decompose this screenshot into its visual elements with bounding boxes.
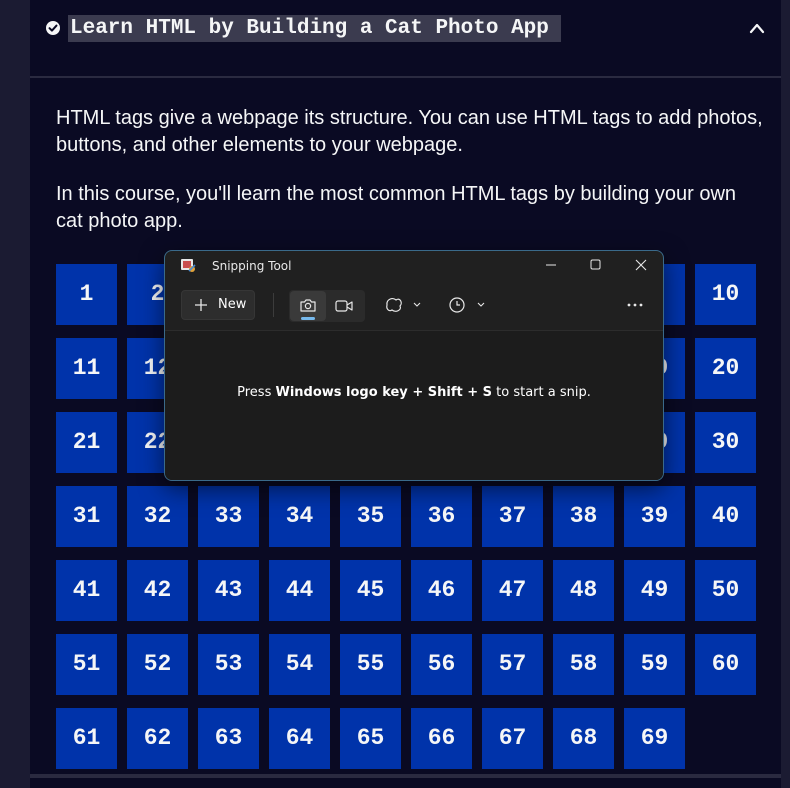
step-tile[interactable]: 43 (198, 560, 259, 621)
step-tile[interactable]: 47 (482, 560, 543, 621)
step-tile[interactable]: 21 (56, 412, 117, 473)
course-title[interactable]: Learn HTML by Building a Cat Photo App (68, 15, 561, 42)
step-tile[interactable]: 54 (269, 634, 330, 695)
check-circle-icon (46, 21, 60, 35)
snipping-tool-toolbar: New (165, 281, 663, 329)
step-tile[interactable]: 42 (127, 560, 188, 621)
step-tile[interactable]: 44 (269, 560, 330, 621)
step-tile[interactable]: 52 (127, 634, 188, 695)
course-description-1: HTML tags give a webpage its structure. … (56, 107, 763, 156)
step-tile[interactable]: 48 (553, 560, 614, 621)
step-tile[interactable]: 40 (695, 486, 756, 547)
snip-instruction: Press Windows logo key + Shift + S to st… (237, 385, 591, 400)
step-tile[interactable]: 1 (56, 264, 117, 325)
step-tile[interactable]: 49 (624, 560, 685, 621)
step-tile[interactable]: 63 (198, 708, 259, 769)
step-tile[interactable]: 59 (624, 634, 685, 695)
step-tile[interactable]: 35 (340, 486, 401, 547)
new-snip-label: New (218, 297, 247, 312)
chevron-up-icon[interactable] (749, 21, 765, 35)
step-tile[interactable]: 32 (127, 486, 188, 547)
capture-mode-group (289, 290, 365, 322)
step-tile[interactable]: 57 (482, 634, 543, 695)
new-snip-button[interactable]: New (181, 290, 255, 320)
step-tile[interactable]: 66 (411, 708, 472, 769)
snipping-tool-window: Snipping Tool New Press Windows logo key… (164, 250, 664, 481)
toolbar-divider (273, 293, 274, 317)
snipping-tool-app-icon (181, 259, 196, 272)
step-tile[interactable]: 20 (695, 338, 756, 399)
course-description-2: In this course, you'll learn the most co… (56, 183, 737, 232)
step-tile[interactable]: 55 (340, 634, 401, 695)
step-tile[interactable]: 46 (411, 560, 472, 621)
screenshot-mode-button[interactable] (290, 291, 326, 321)
step-tile[interactable]: 34 (269, 486, 330, 547)
plus-icon (195, 299, 207, 311)
left-gutter (0, 0, 30, 788)
timer-dropdown[interactable] (448, 294, 488, 316)
step-tile[interactable]: 67 (482, 708, 543, 769)
step-tile[interactable]: 60 (695, 634, 756, 695)
course-header[interactable]: Learn HTML by Building a Cat Photo App (30, 0, 781, 78)
minimize-icon[interactable] (528, 251, 574, 281)
step-tile[interactable]: 68 (553, 708, 614, 769)
step-tile[interactable]: 36 (411, 486, 472, 547)
step-tile[interactable]: 50 (695, 560, 756, 621)
step-tile[interactable]: 33 (198, 486, 259, 547)
step-tile[interactable]: 61 (56, 708, 117, 769)
step-tile[interactable]: 45 (340, 560, 401, 621)
maximize-icon[interactable] (573, 251, 619, 281)
step-tile[interactable]: 56 (411, 634, 472, 695)
step-tile[interactable]: 10 (695, 264, 756, 325)
right-scrollbar-track[interactable] (781, 0, 790, 788)
step-tile[interactable]: 31 (56, 486, 117, 547)
step-tile[interactable]: 58 (553, 634, 614, 695)
step-tile[interactable]: 65 (340, 708, 401, 769)
divider (30, 774, 781, 778)
snipping-tool-canvas: Press Windows logo key + Shift + S to st… (165, 330, 663, 480)
step-tile[interactable]: 41 (56, 560, 117, 621)
selected-indicator (301, 317, 315, 320)
snip-shape-dropdown[interactable] (383, 294, 423, 316)
more-options-icon[interactable] (625, 298, 645, 312)
camera-icon (300, 299, 316, 312)
snipping-tool-titlebar[interactable]: Snipping Tool (165, 251, 663, 281)
step-tile[interactable]: 11 (56, 338, 117, 399)
step-tile[interactable]: 53 (198, 634, 259, 695)
close-icon[interactable] (618, 251, 664, 281)
snipping-tool-title: Snipping Tool (212, 259, 292, 273)
video-camera-icon[interactable] (334, 297, 354, 315)
step-tile[interactable]: 62 (127, 708, 188, 769)
step-tile[interactable]: 30 (695, 412, 756, 473)
step-tile[interactable]: 69 (624, 708, 685, 769)
step-tile[interactable]: 38 (553, 486, 614, 547)
step-tile[interactable]: 51 (56, 634, 117, 695)
step-tile[interactable]: 64 (269, 708, 330, 769)
step-tile[interactable]: 37 (482, 486, 543, 547)
step-tile[interactable]: 39 (624, 486, 685, 547)
